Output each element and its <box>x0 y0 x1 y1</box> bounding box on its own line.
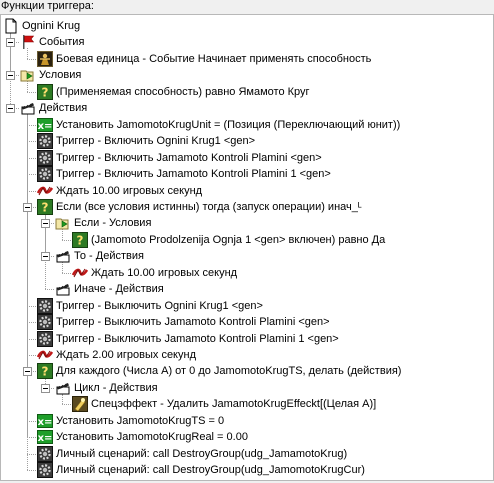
condition-icon: ? <box>37 83 53 100</box>
tree-item-label: Личный сценарий: call DestroyGroup(udg_J… <box>56 447 348 460</box>
tree-connector-line <box>27 338 36 340</box>
tree-item-label: Триггер - Выключить Jamamoto Kontroli Pl… <box>56 316 330 329</box>
tree-item-label: (Jamomoto Prodolzenija Ognja 1 <gen> вкл… <box>91 233 386 246</box>
tree-connector-line <box>62 404 71 406</box>
condition-icon: ? <box>72 231 88 248</box>
gear-icon <box>37 330 53 347</box>
condition-icon: ? <box>37 198 53 215</box>
clapper-icon <box>55 281 71 297</box>
tree-item-label: Триггер - Включить Jamamoto Kontroli Pla… <box>56 151 322 164</box>
tree-item-label: (Применяемая способность) равно Ямамото … <box>56 85 310 98</box>
set-variable-icon: x= <box>37 117 53 133</box>
collapse-toggle-icon[interactable] <box>23 367 32 377</box>
tree-item-label: Установить JamomotoKrugUnit = (Позиция (… <box>56 118 401 131</box>
tree-connector-line <box>27 437 36 439</box>
tree-connector-line <box>27 322 36 324</box>
wait-icon <box>36 347 54 363</box>
condition-icon: ? <box>37 363 53 380</box>
tree-item-label: Ждать 10.00 игровых секунд <box>56 184 203 197</box>
clapper-icon <box>55 380 71 396</box>
tree-connector-line <box>27 91 36 93</box>
tree-item-label: Боевая единица - Событие Начинает примен… <box>56 52 372 65</box>
tree-connector-line <box>27 174 36 176</box>
gear-icon <box>37 166 53 183</box>
special-effect-icon <box>72 396 88 413</box>
gear-icon <box>37 314 53 331</box>
tree-connector-line <box>27 355 36 356</box>
document-icon <box>3 18 19 34</box>
tree-connector-line <box>27 124 36 126</box>
svg-text:?: ? <box>42 200 49 214</box>
collapse-toggle-icon[interactable] <box>41 252 50 262</box>
tree-item-label: Иначе - Действия <box>74 283 164 296</box>
tree-connector-line <box>62 239 71 241</box>
gear-icon <box>37 133 53 150</box>
tree-item-label: Установить JamomotoKrugReal = 0.00 <box>56 431 248 444</box>
clapper-icon <box>20 100 36 116</box>
panel-title: Функции триггера: <box>1 0 94 12</box>
tree-connector-line <box>27 157 36 159</box>
tree-item-label: Спецэффект - Удалить JamamotoKrugEffeckt… <box>91 398 377 411</box>
tree-item-label: Триггер - Выключить Ognini Krug1 <gen> <box>56 299 263 312</box>
tree-item-label: Если (все условия истинны) тогда (запуск… <box>56 200 362 213</box>
svg-text:?: ? <box>42 85 49 99</box>
tree-item-label: Цикл - Действия <box>74 381 158 394</box>
svg-text:x=: x= <box>38 433 53 444</box>
tree-item-label: События <box>39 36 85 49</box>
gear-icon <box>37 445 53 462</box>
gear-icon <box>37 462 53 479</box>
collapse-toggle-icon[interactable] <box>41 383 50 393</box>
tree-connector-line <box>27 305 36 307</box>
wait-icon <box>36 183 54 199</box>
condition-folder-icon <box>55 215 71 231</box>
tree-item-label: Установить JamomotoKrugTS = 0 <box>56 414 225 427</box>
tree-connector-line <box>27 141 36 143</box>
collapse-toggle-icon[interactable] <box>41 219 50 229</box>
tree-item-label: Триггер - Выключить Jamamoto Kontroli Pl… <box>56 332 339 345</box>
tree-item-label: Триггер - Включить Ognini Krug1 <gen> <box>56 135 256 148</box>
tree-connector-line <box>45 289 54 291</box>
flag-icon <box>20 34 36 50</box>
tree-connector-line <box>62 272 71 274</box>
svg-text:?: ? <box>77 233 84 247</box>
svg-text:x=: x= <box>38 121 53 132</box>
wait-icon <box>71 265 89 281</box>
tree-connector-line <box>27 453 36 455</box>
collapse-toggle-icon[interactable] <box>6 104 15 114</box>
tree-item-label: Если - Условия <box>74 217 152 230</box>
set-variable-icon: x= <box>37 429 53 445</box>
tree-item-label: То - Действия <box>74 250 144 263</box>
gear-icon <box>37 149 53 166</box>
tree-item-label: Для каждого (Числа A) от 0 до JamomotoKr… <box>56 365 402 378</box>
set-variable-icon: x= <box>37 413 53 429</box>
tree-item-label: Личный сценарий: call DestroyGroup(udg_J… <box>56 464 365 477</box>
tree-item-label: Ждать 2.00 игровых секунд <box>56 349 196 361</box>
svg-text:?: ? <box>42 365 49 379</box>
tree-connector-line <box>27 470 36 472</box>
tree-item-label: Условия <box>39 69 82 82</box>
gear-icon <box>37 297 53 314</box>
clapper-icon <box>55 248 71 264</box>
tree-connector-line <box>27 58 36 60</box>
tree-item-label: Ognini Krug <box>22 20 81 32</box>
tree-connector-line <box>27 420 36 422</box>
condition-folder-icon <box>20 67 36 83</box>
tree-item-label: Ждать 10.00 игровых секунд <box>91 266 238 279</box>
svg-text:x=: x= <box>38 417 53 428</box>
collapse-toggle-icon[interactable] <box>23 202 32 212</box>
tree-item-label: Триггер - Включить Jamamoto Kontroli Pla… <box>56 168 331 181</box>
collapse-toggle-icon[interactable] <box>6 38 15 48</box>
unit-event-icon <box>37 50 53 67</box>
tree-item-label: Действия <box>39 102 88 115</box>
tree-connector-line <box>27 190 36 192</box>
collapse-toggle-icon[interactable] <box>6 71 15 81</box>
trigger-tree[interactable]: Ognini Krug События Боевая единица - Событ… <box>0 14 494 481</box>
